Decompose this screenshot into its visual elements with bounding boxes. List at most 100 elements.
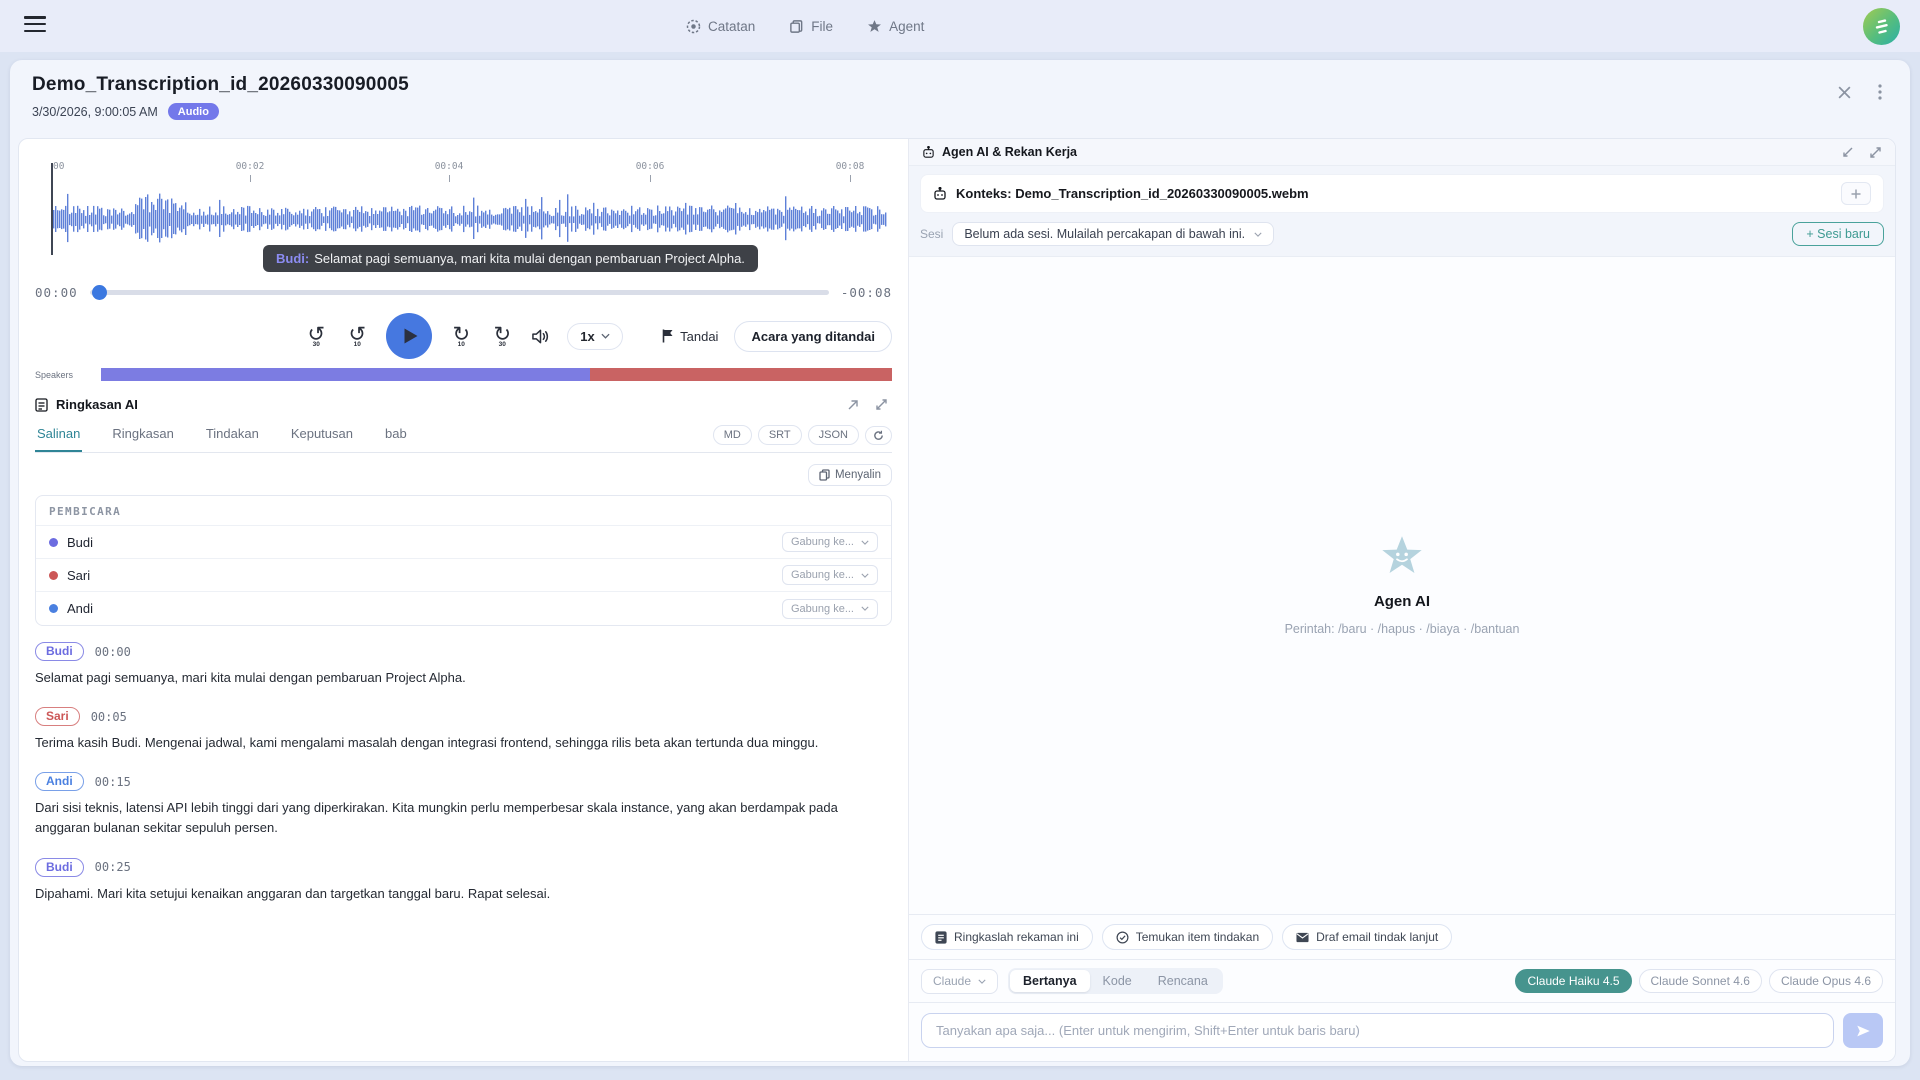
mark-button[interactable]: Tandai — [662, 329, 718, 344]
speaker-name: Budi — [67, 535, 93, 550]
seek-slider-thumb[interactable] — [92, 285, 107, 300]
tab-keputusan[interactable]: Keputusan — [289, 418, 355, 452]
speaker-row-budi: Budi Gabung ke... — [36, 526, 891, 559]
new-session-button[interactable]: + Sesi baru — [1792, 222, 1884, 246]
chat-input[interactable] — [921, 1013, 1834, 1048]
tab-salinan[interactable]: Salinan — [35, 418, 82, 452]
caption-tooltip: Budi:Selamat pagi semuanya, mari kita mu… — [263, 245, 758, 272]
session-dropdown[interactable]: Belum ada sesi. Mulailah percakapan di b… — [952, 222, 1274, 246]
speakers-card-header: PEMBICARA — [36, 496, 891, 526]
audio-badge: Audio — [168, 103, 219, 120]
nav-item-catatan[interactable]: Catatan — [686, 19, 755, 34]
tab-ringkasan[interactable]: Ringkasan — [110, 418, 175, 452]
nav-item-agent[interactable]: Agent — [867, 19, 924, 34]
tick-label: 00:06 — [636, 161, 665, 172]
model-claude-haiku[interactable]: Claude Haiku 4.5 — [1515, 969, 1631, 993]
close-icon[interactable] — [1837, 85, 1852, 100]
rewind-30-icon[interactable]: ↺30 — [304, 323, 328, 349]
add-context-button[interactable] — [1841, 182, 1871, 205]
rewind-10-icon[interactable]: ↺10 — [345, 323, 369, 349]
merge-speaker-select[interactable]: Gabung ke... — [782, 599, 878, 619]
tick-mark — [449, 175, 450, 182]
tooltip-text: Selamat pagi semuanya, mari kita mulai d… — [314, 251, 745, 266]
quick-action-draft-email[interactable]: Draf email tindak lanjut — [1282, 924, 1452, 950]
speaker-name: Andi — [67, 601, 93, 616]
send-button[interactable] — [1843, 1013, 1883, 1048]
speaker-segment — [590, 368, 892, 381]
agent-panel: Agen AI & Rekan Kerja Konteks: Demo_Tran… — [909, 139, 1895, 1061]
transcript-speaker-pill[interactable]: Budi — [35, 642, 84, 661]
merge-speaker-select[interactable]: Gabung ke... — [782, 532, 878, 552]
nav-label: File — [811, 19, 833, 34]
tab-tindakan[interactable]: Tindakan — [204, 418, 261, 452]
card-header: Demo_Transcription_id_20260330090005 3/3… — [10, 60, 1910, 120]
model-claude-sonnet[interactable]: Claude Sonnet 4.6 — [1639, 969, 1762, 993]
collapse-icon[interactable] — [1842, 146, 1854, 159]
app-logo — [1863, 8, 1900, 45]
speakers-card: PEMBICARA Budi Gabung ke... Sari Gabung … — [35, 495, 892, 626]
agent-panel-title: Agen AI & Rekan Kerja — [942, 145, 1077, 159]
seek-slider[interactable] — [90, 290, 829, 295]
tab-bab[interactable]: bab — [383, 418, 409, 452]
transcript-text: Dipahami. Mari kita setujui kenaikan ang… — [35, 884, 891, 904]
speaker-name: Sari — [67, 568, 90, 583]
merge-speaker-select[interactable]: Gabung ke... — [782, 565, 878, 585]
agent-star-icon — [867, 19, 882, 34]
export-md-button[interactable]: MD — [713, 425, 752, 445]
robot-icon — [922, 146, 935, 159]
nav-item-file[interactable]: File — [789, 19, 833, 34]
forward-30-icon[interactable]: ↻30 — [490, 323, 514, 349]
transcript-text: Terima kasih Budi. Mengenai jadwal, kami… — [35, 733, 891, 753]
transcript-timestamp[interactable]: 00:05 — [91, 710, 127, 724]
model-bar: Claude Bertanya Kode Rencana Claude Haik… — [909, 959, 1895, 1002]
copy-transcript-button[interactable]: Menyalin — [808, 464, 892, 486]
model-claude-opus[interactable]: Claude Opus 4.6 — [1769, 969, 1883, 993]
page-title: Demo_Transcription_id_20260330090005 — [32, 74, 1888, 96]
transcript-timestamp[interactable]: 00:00 — [95, 645, 131, 659]
top-nav: Catatan File Agent — [686, 0, 924, 52]
nav-label: Catatan — [708, 19, 755, 34]
playback-speed-button[interactable]: 1x — [567, 323, 622, 350]
speakers-bar[interactable] — [101, 368, 892, 381]
transcript-timestamp[interactable]: 00:15 — [95, 775, 131, 789]
playhead — [51, 163, 53, 255]
quick-action-summarize[interactable]: Ringkaslah rekaman ini — [921, 924, 1093, 950]
transcript-text: Selamat pagi semuanya, mari kita mulai d… — [35, 668, 891, 688]
provider-select[interactable]: Claude — [921, 969, 998, 994]
mode-bertanya[interactable]: Bertanya — [1010, 970, 1090, 992]
forward-10-icon[interactable]: ↻10 — [449, 323, 473, 349]
copy-icon — [819, 469, 830, 481]
open-in-new-icon[interactable] — [847, 398, 859, 411]
current-time: 00:00 — [35, 285, 78, 300]
export-srt-button[interactable]: SRT — [758, 425, 802, 445]
transcript-speaker-pill[interactable]: Sari — [35, 707, 80, 726]
context-label: Konteks: Demo_Transcription_id_202603300… — [956, 186, 1309, 201]
speaker-segment — [101, 368, 590, 381]
kebab-menu-icon[interactable] — [1878, 84, 1882, 100]
menu-icon[interactable] — [24, 16, 46, 36]
refresh-icon[interactable] — [865, 426, 892, 445]
play-button[interactable] — [386, 313, 432, 359]
transcript-speaker-pill[interactable]: Andi — [35, 772, 84, 791]
tick-label: 00 — [53, 161, 64, 172]
transcript-text: Dari sisi teknis, latensi API lebih ting… — [35, 798, 891, 838]
marked-events-button[interactable]: Acara yang ditandai — [734, 321, 892, 352]
transcript-entry: Budi 00:25 Dipahami. Mari kita setujui k… — [35, 858, 892, 904]
expand-icon[interactable] — [875, 398, 888, 411]
export-json-button[interactable]: JSON — [808, 425, 859, 445]
agent-commands-hint: Perintah: /baru · /hapus · /biaya · /ban… — [1285, 622, 1520, 636]
waveform-area: 00 00:02 00:04 00:06 00:08 Budi:Selamat … — [51, 153, 887, 281]
remaining-time: -00:08 — [841, 285, 892, 300]
session-label: Sesi — [920, 227, 943, 241]
expand-icon[interactable] — [1869, 146, 1882, 159]
speaker-dot — [49, 538, 58, 547]
tick-label: 00:08 — [836, 161, 865, 172]
mode-kode[interactable]: Kode — [1090, 970, 1145, 992]
summary-icon — [35, 398, 48, 412]
mode-rencana[interactable]: Rencana — [1145, 970, 1221, 992]
transcript-speaker-pill[interactable]: Budi — [35, 858, 84, 877]
volume-icon[interactable] — [531, 328, 550, 345]
quick-action-action-items[interactable]: Temukan item tindakan — [1102, 924, 1273, 950]
tick-mark — [250, 175, 251, 182]
transcript-timestamp[interactable]: 00:25 — [95, 860, 131, 874]
